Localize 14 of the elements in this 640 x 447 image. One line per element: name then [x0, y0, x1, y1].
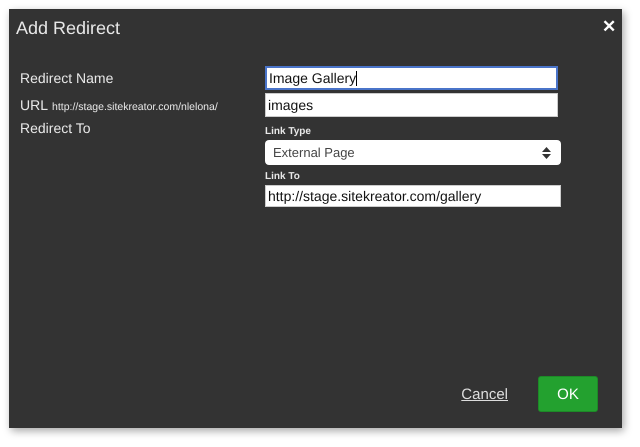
close-button[interactable]: ✕	[602, 18, 616, 35]
field-label: URL	[20, 97, 48, 113]
field-label: Redirect Name	[20, 70, 114, 86]
updown-icon	[542, 146, 551, 158]
dialog-title: Add Redirect	[16, 18, 120, 39]
url-prefix: http://stage.sitekreator.com/nlelona/	[52, 101, 218, 113]
field-label: Link To	[265, 171, 301, 182]
link-type-dropdown[interactable]: External Page	[265, 140, 561, 165]
input-field[interactable]: http://stage.sitekreator.com/gallery	[265, 185, 561, 207]
input-field[interactable]: Image Gallery	[265, 66, 558, 90]
field-label: Redirect To	[20, 120, 91, 136]
input-field[interactable]: images	[265, 93, 558, 117]
field-label: Link Type	[265, 126, 312, 137]
cancel-link[interactable]: Cancel	[461, 386, 508, 402]
